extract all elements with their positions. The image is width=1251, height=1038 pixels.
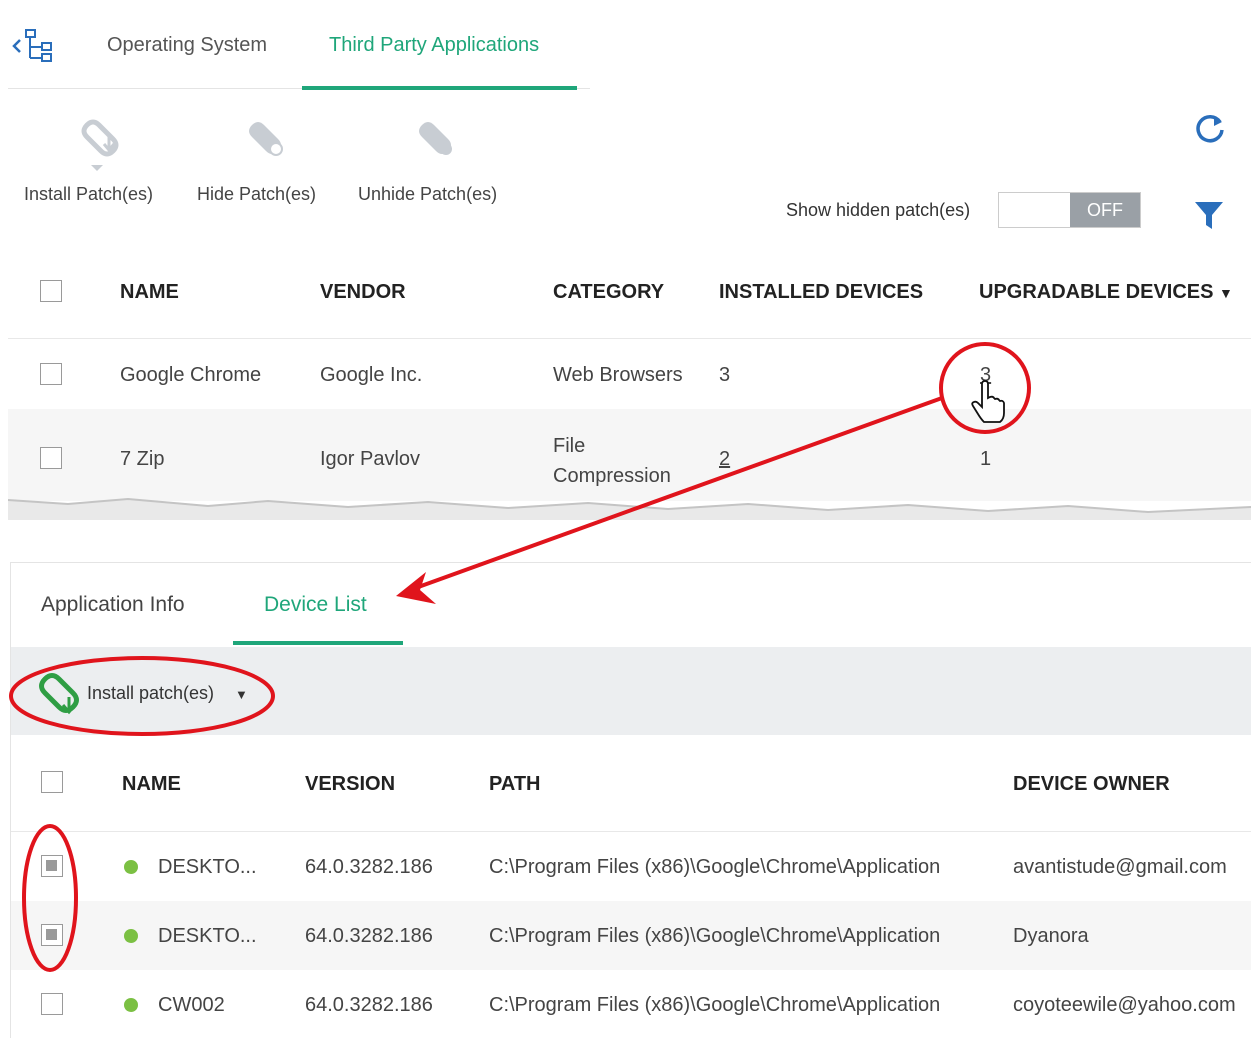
apps-table-header: NAME VENDOR CATEGORY INSTALLED DEVICES U… <box>8 252 1251 339</box>
tab-application-info[interactable]: Application Info <box>41 593 185 617</box>
table-row[interactable]: DESKTO... 64.0.3282.186 C:\Program Files… <box>11 901 1251 970</box>
app-name-link[interactable]: 7 Zip <box>120 448 164 471</box>
device-name-link[interactable]: CW002 <box>158 994 225 1017</box>
online-status-dot <box>124 998 138 1012</box>
top-panel: Operating System Third Party Application… <box>8 8 1251 520</box>
device-version: 64.0.3282.186 <box>305 994 433 1016</box>
install-patches-dropdown-button[interactable]: Install patch(es) ▼ <box>35 671 265 715</box>
col-header-path[interactable]: PATH <box>489 773 540 796</box>
hide-patches-button[interactable]: Hide Patch(es) <box>194 110 334 220</box>
app-category: File Compression <box>553 431 671 491</box>
device-path: C:\Program Files (x86)\Google\Chrome\App… <box>489 994 941 1016</box>
devices-table-header: NAME VERSION PATH DEVICE OWNER <box>11 735 1251 832</box>
row-checkbox[interactable] <box>41 855 63 877</box>
col-header-version[interactable]: VERSION <box>305 773 395 796</box>
installed-devices-link[interactable]: 3 <box>719 364 730 387</box>
device-owner-link[interactable]: Dyanora <box>1013 925 1089 948</box>
row-checkbox[interactable] <box>41 993 63 1015</box>
row-checkbox[interactable] <box>40 447 62 469</box>
app-name-link[interactable]: Google Chrome <box>120 364 261 387</box>
tab-third-party-label: Third Party Applications <box>329 34 540 56</box>
patch-hide-icon <box>249 122 283 156</box>
app-vendor: Igor Pavlov <box>320 448 421 470</box>
device-version: 64.0.3282.186 <box>305 856 433 878</box>
tab-third-party-applications[interactable]: Third Party Applications <box>302 8 577 90</box>
hide-patches-label: Hide Patch(es) <box>197 184 317 204</box>
app-category-line-1: File <box>553 435 586 457</box>
app-vendor: Google Inc. <box>320 364 423 386</box>
select-all-checkbox[interactable] <box>41 771 63 793</box>
show-hidden-toggle[interactable]: OFF <box>998 192 1141 228</box>
online-status-dot <box>124 860 138 874</box>
upgradable-devices-link[interactable]: 1 <box>980 448 991 471</box>
toggle-state: OFF <box>1070 193 1140 227</box>
col-header-category[interactable]: CATEGORY <box>553 281 664 304</box>
sort-desc-icon: ▼ <box>1219 285 1233 301</box>
unhide-patches-button[interactable]: Unhide Patch(es) <box>354 110 514 220</box>
bottom-panel: Application Info Device List Install pat… <box>10 562 1251 1038</box>
row-checkbox[interactable] <box>41 924 63 946</box>
online-status-dot <box>124 929 138 943</box>
device-name-link[interactable]: DESKTO... <box>158 925 257 948</box>
table-row[interactable]: CW002 64.0.3282.186 C:\Program Files (x8… <box>11 970 1251 1038</box>
row-checkbox[interactable] <box>40 363 62 385</box>
device-toolbar: Install patch(es) ▼ <box>11 647 1251 735</box>
app-category: Web Browsers <box>553 364 683 386</box>
device-version: 64.0.3282.186 <box>305 925 433 947</box>
device-name-link[interactable]: DESKTO... <box>158 856 257 879</box>
col-header-device-owner[interactable]: DEVICE OWNER <box>1013 773 1170 796</box>
refresh-icon[interactable] <box>1192 110 1228 146</box>
table-row[interactable]: Google Chrome Google Inc. Web Browsers 3… <box>8 339 1251 409</box>
patch-unhide-icon <box>419 122 452 155</box>
filter-icon[interactable] <box>1193 198 1225 232</box>
tab-device-list[interactable]: Device List <box>233 563 403 645</box>
unhide-patches-label: Unhide Patch(es) <box>358 184 498 204</box>
table-row[interactable]: 7 Zip Igor Pavlov File Compression 2 1 <box>8 409 1251 501</box>
installed-devices-link[interactable]: 2 <box>719 448 730 471</box>
patch-install-icon <box>81 119 119 171</box>
patch-install-icon <box>39 673 79 715</box>
detail-tab-strip: Application Info Device List <box>11 563 1251 645</box>
torn-edge <box>8 497 1251 520</box>
upgradable-header-label: UPGRADABLE DEVICES <box>979 281 1214 303</box>
device-owner-link[interactable]: avantistude@gmail.com <box>1013 856 1227 879</box>
table-row[interactable]: DESKTO... 64.0.3282.186 C:\Program Files… <box>11 832 1251 901</box>
col-header-name[interactable]: NAME <box>122 773 181 796</box>
device-path: C:\Program Files (x86)\Google\Chrome\App… <box>489 925 941 947</box>
tab-operating-system[interactable]: Operating System <box>107 34 267 57</box>
show-hidden-label: Show hidden patch(es) <box>786 200 971 220</box>
select-all-checkbox[interactable] <box>40 280 62 302</box>
app-category-line-2: Compression <box>553 465 671 487</box>
tree-view-back-icon[interactable] <box>12 26 62 66</box>
install-patches-label: Install Patch(es) <box>24 184 154 204</box>
install-patches-dropdown-label: Install patch(es) <box>87 683 215 703</box>
col-header-installed-devices[interactable]: INSTALLED DEVICES <box>719 281 923 304</box>
install-patches-button[interactable]: Install Patch(es) <box>22 110 172 220</box>
tab-strip: Operating System Third Party Application… <box>8 8 590 90</box>
device-path: C:\Program Files (x86)\Google\Chrome\App… <box>489 856 941 878</box>
col-header-upgradable-devices[interactable]: UPGRADABLE DEVICES ▼ <box>979 281 1233 304</box>
hand-cursor-icon <box>970 380 1006 424</box>
col-header-name[interactable]: NAME <box>120 281 179 304</box>
caret-down-icon: ▼ <box>235 687 248 702</box>
col-header-vendor[interactable]: VENDOR <box>320 281 406 304</box>
device-owner-link[interactable]: coyoteewile@yahoo.com <box>1013 994 1236 1017</box>
tab-device-list-label: Device List <box>264 593 367 616</box>
